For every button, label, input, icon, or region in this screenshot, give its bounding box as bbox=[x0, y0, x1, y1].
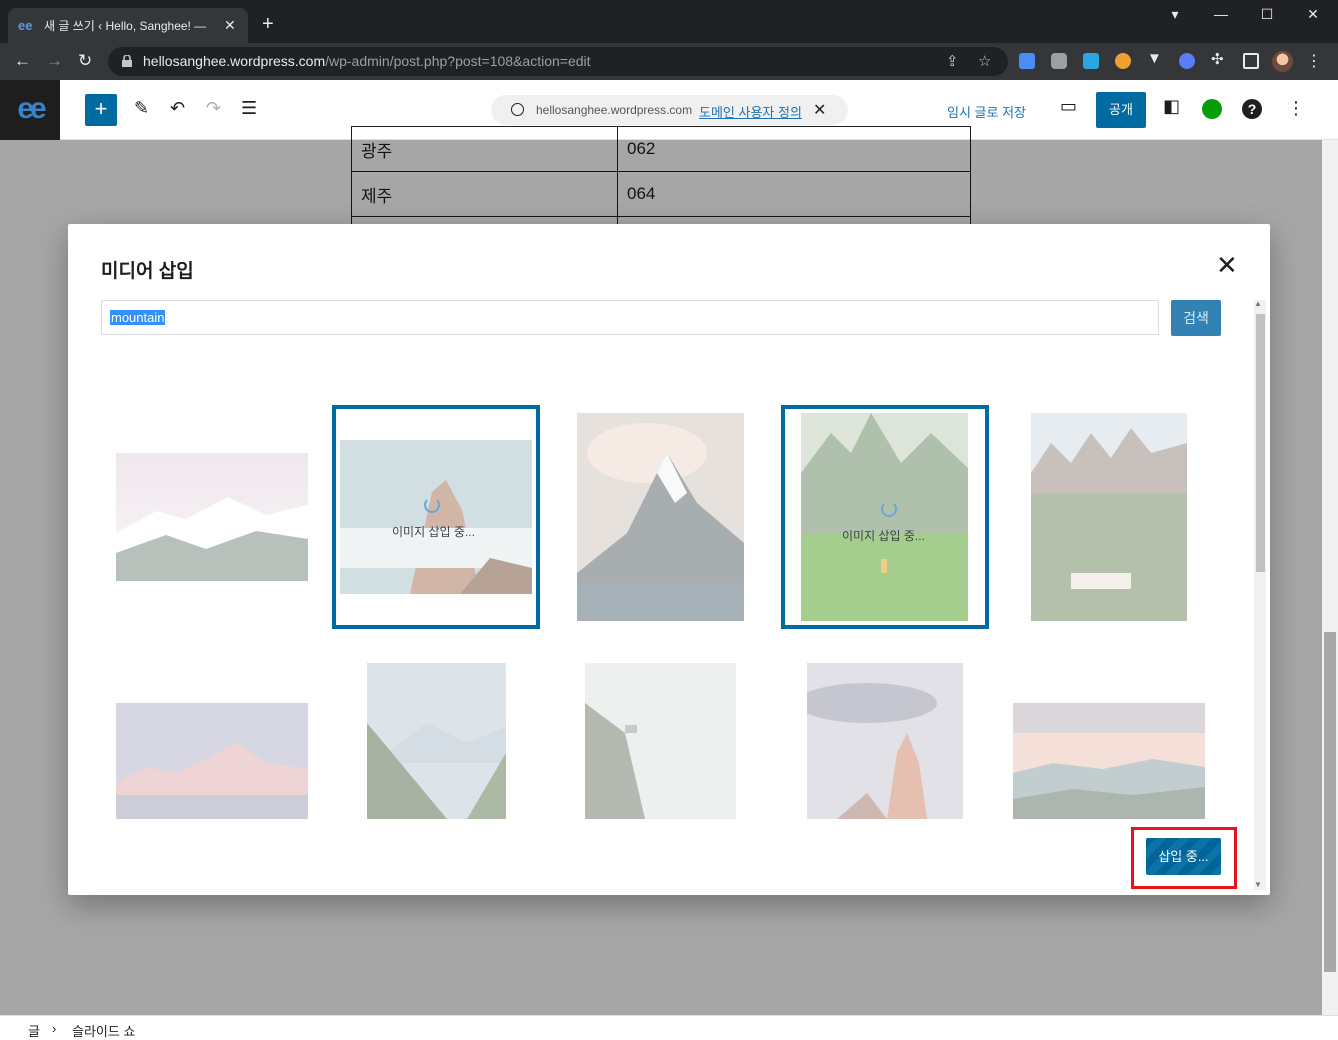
extensions-puzzle-icon[interactable]: ✣ bbox=[1211, 50, 1227, 68]
browser-titlebar: ee 새 글 쓰기 ‹ Hello, Sanghee! — ✕ + ▾ — ☐ … bbox=[0, 0, 1338, 43]
tab-close-icon[interactable]: ✕ bbox=[224, 17, 236, 34]
vpn-extension-icon[interactable]: ▼ bbox=[1147, 50, 1163, 67]
tab-title: 새 글 쓰기 ‹ Hello, Sanghee! — bbox=[44, 19, 207, 33]
domain-banner: hellosanghee.wordpress.com 도메인 사용자 정의 ✕ bbox=[491, 95, 848, 125]
image-pink-mountains[interactable] bbox=[116, 703, 308, 819]
globe-icon bbox=[511, 103, 524, 116]
reload-icon[interactable]: ↻ bbox=[78, 51, 92, 71]
browser-toolbar: ← → ↻ hellosanghee.wordpress.com/wp-admi… bbox=[0, 43, 1338, 80]
forward-icon[interactable]: → bbox=[46, 51, 63, 71]
image-rocky-peak-clouds[interactable]: 이미지 삽입 중... bbox=[332, 405, 540, 629]
domain-banner-close-icon[interactable]: ✕ bbox=[813, 100, 826, 120]
image-sunset-hills[interactable] bbox=[1013, 703, 1205, 819]
options-menu-icon[interactable]: ⋮ bbox=[1287, 98, 1305, 118]
camera-extension-icon[interactable] bbox=[1051, 53, 1067, 69]
tab-search-icon[interactable]: ▾ bbox=[1152, 6, 1198, 23]
inserting-label: 이미지 삽입 중... bbox=[392, 525, 475, 539]
domain-text: hellosanghee.wordpress.com bbox=[536, 103, 693, 117]
loading-spinner-icon bbox=[881, 501, 897, 517]
customize-domain-link[interactable]: 도메인 사용자 정의 bbox=[699, 102, 802, 121]
image-preview bbox=[801, 413, 968, 621]
block-breadcrumb: 글 › 슬라이드 쇼 bbox=[0, 1015, 1338, 1040]
lock-icon bbox=[122, 55, 132, 67]
image-green-valley-person[interactable]: 이미지 삽입 중... bbox=[781, 405, 989, 629]
document-outline-icon[interactable]: ☰ bbox=[241, 98, 257, 118]
settings-sidebar-icon[interactable]: ◧ bbox=[1163, 96, 1180, 116]
scroll-up-icon[interactable]: ▲ bbox=[1254, 299, 1262, 308]
highlight-box bbox=[1131, 827, 1237, 889]
loading-spinner-icon bbox=[424, 497, 440, 513]
breadcrumb-root[interactable]: 글 bbox=[28, 1021, 40, 1040]
media-search-input[interactable]: mountain bbox=[101, 300, 1159, 335]
redo-icon[interactable]: ↷ bbox=[206, 98, 221, 118]
preview-icon[interactable]: ▭ bbox=[1060, 96, 1077, 116]
modal-title: 미디어 삽입 bbox=[101, 261, 194, 282]
address-bar[interactable]: hellosanghee.wordpress.com/wp-admin/post… bbox=[108, 47, 1008, 76]
search-value: mountain bbox=[110, 310, 166, 325]
browser-menu-icon[interactable]: ⋮ bbox=[1306, 51, 1322, 71]
media-insert-modal: 미디어 삽입 ✕ mountain 검색 ▲ ▼ 이미지 삽입 중... 이미지… bbox=[68, 224, 1270, 895]
browser-tab[interactable]: ee 새 글 쓰기 ‹ Hello, Sanghee! — ✕ bbox=[8, 8, 248, 43]
modal-close-icon[interactable]: ✕ bbox=[1216, 252, 1238, 278]
save-draft-button[interactable]: 임시 글로 저장 bbox=[947, 102, 1026, 121]
image-foggy-cliff[interactable] bbox=[585, 663, 736, 819]
image-matterhorn[interactable] bbox=[577, 413, 744, 621]
profile-avatar[interactable] bbox=[1272, 51, 1293, 72]
image-forest-valley[interactable] bbox=[367, 663, 506, 819]
page-scrollbar-thumb[interactable] bbox=[1324, 632, 1336, 972]
scroll-down-icon[interactable]: ▼ bbox=[1254, 880, 1262, 889]
minimize-button[interactable]: — bbox=[1198, 6, 1244, 22]
jetpack-icon[interactable] bbox=[1202, 99, 1222, 119]
url-text: hellosanghee.wordpress.com/wp-admin/post… bbox=[143, 53, 591, 69]
site-logo-icon[interactable]: ee bbox=[0, 80, 60, 140]
person-extension-icon[interactable] bbox=[1115, 53, 1131, 69]
help-icon[interactable]: ? bbox=[1242, 99, 1262, 119]
edit-pencil-icon[interactable]: ✎ bbox=[134, 98, 149, 118]
docs-extension-icon[interactable] bbox=[1019, 53, 1035, 69]
new-tab-button[interactable]: + bbox=[262, 14, 274, 34]
bookmark-star-icon[interactable]: ☆ bbox=[978, 52, 991, 70]
color-extension-icon[interactable] bbox=[1083, 53, 1099, 69]
image-preview bbox=[340, 440, 532, 594]
back-icon[interactable]: ← bbox=[14, 51, 31, 71]
modal-scrollbar-thumb[interactable] bbox=[1256, 314, 1265, 572]
inserting-label: 이미지 삽입 중... bbox=[842, 529, 925, 543]
close-window-button[interactable]: ✕ bbox=[1290, 6, 1336, 23]
undo-icon[interactable]: ↶ bbox=[170, 98, 185, 118]
add-block-button[interactable]: + bbox=[85, 94, 117, 126]
maximize-button[interactable]: ☐ bbox=[1244, 6, 1290, 23]
image-rock-spire[interactable] bbox=[807, 663, 963, 819]
globe-extension-icon[interactable] bbox=[1179, 53, 1195, 69]
share-icon[interactable]: ⇪ bbox=[946, 52, 959, 70]
publish-button[interactable]: 공개 bbox=[1096, 92, 1146, 128]
search-button[interactable]: 검색 bbox=[1171, 300, 1221, 336]
image-snowy-range[interactable] bbox=[116, 453, 308, 581]
image-dolomites-village[interactable] bbox=[1031, 413, 1187, 621]
breadcrumb-current[interactable]: 슬라이드 쇼 bbox=[72, 1021, 135, 1040]
breadcrumb-separator-icon: › bbox=[52, 1021, 57, 1036]
side-panel-icon[interactable] bbox=[1243, 53, 1259, 69]
wordpress-favicon-icon: ee bbox=[18, 17, 33, 33]
